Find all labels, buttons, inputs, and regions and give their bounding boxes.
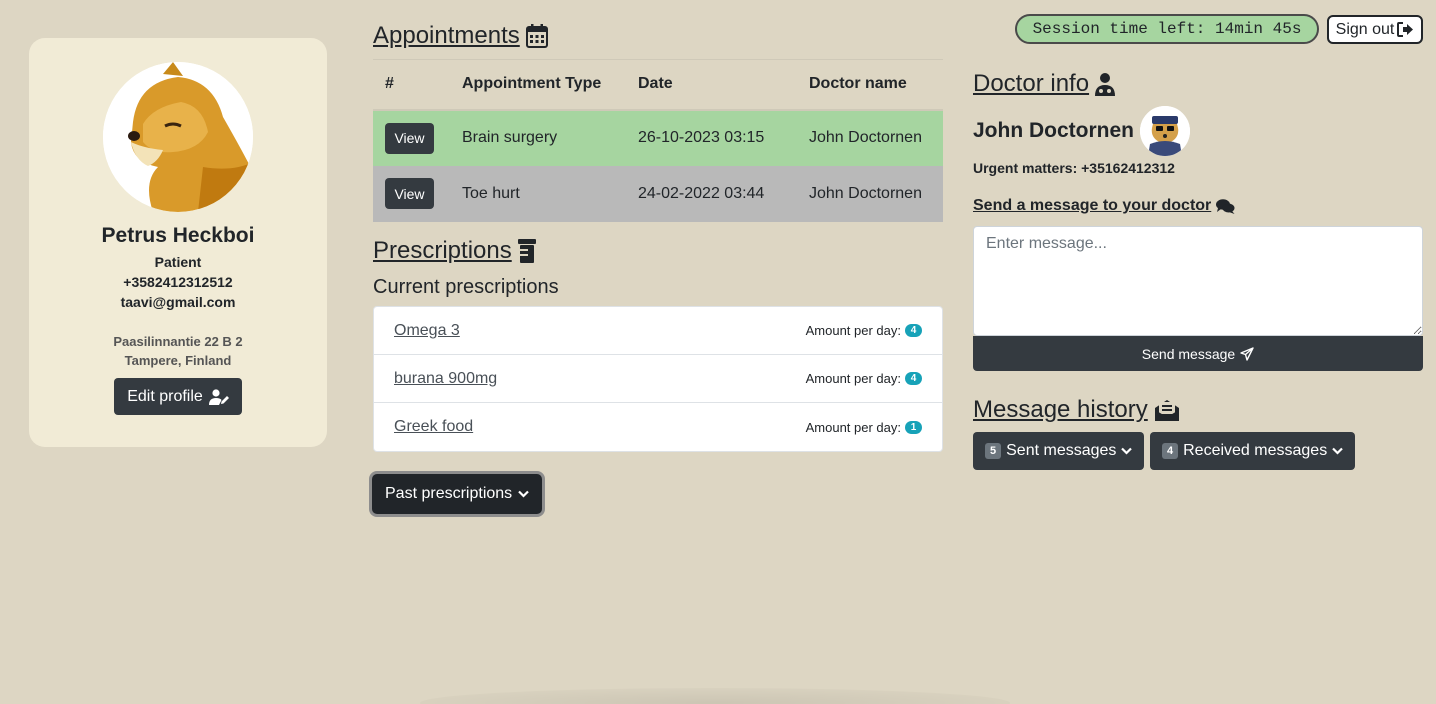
appointment-doctor: John Doctornen	[809, 129, 922, 146]
footer-shadow	[420, 688, 1010, 704]
col-header-type: Appointment Type	[450, 59, 626, 111]
appointment-doctor: John Doctornen	[809, 184, 922, 202]
patient-email: taavi@gmail.com	[120, 294, 236, 310]
send-message-title: Send a message to your doctor	[973, 197, 1212, 214]
appointment-type: Toe hurt	[462, 184, 520, 202]
chevron-down-icon	[518, 490, 529, 498]
past-prescriptions-label: Past prescriptions	[385, 485, 513, 502]
sent-messages-button[interactable]: 5 Sent messages	[973, 432, 1145, 470]
doctor-info-heading[interactable]: Doctor info	[973, 70, 1116, 98]
paper-plane-icon	[1240, 346, 1254, 361]
col-header-doctor: Doctor name	[797, 59, 943, 111]
table-row: View Toe hurt 24-02-2022 03:44 John Doct…	[373, 165, 943, 222]
received-messages-label: Received messages	[1183, 442, 1328, 459]
sign-out-label: Sign out	[1335, 20, 1395, 38]
appointments-table: # Appointment Type Date Doctor name View…	[373, 59, 943, 222]
list-item: Omega 3 Amount per day: 4	[374, 307, 942, 355]
sign-out-icon	[1397, 22, 1414, 37]
prescription-amount: Amount per day: 4	[806, 371, 922, 386]
prescription-link[interactable]: Greek food	[394, 418, 473, 436]
prescription-link[interactable]: burana 900mg	[394, 370, 497, 388]
list-item: burana 900mg Amount per day: 4	[374, 355, 942, 403]
profile-card: Petrus Heckboi Patient +3582412312512 ta…	[29, 38, 327, 447]
prescription-bottle-icon	[517, 239, 536, 263]
amount-badge: 4	[905, 372, 922, 385]
appointments-heading[interactable]: Appointments	[373, 22, 548, 50]
patient-name: Petrus Heckboi	[101, 224, 255, 247]
appointment-date: 26-10-2023 03:15	[638, 129, 765, 146]
amount-label: Amount per day:	[805, 419, 901, 435]
urgent-contact: Urgent matters: +35162412312	[973, 160, 1175, 176]
prescriptions-title: Prescriptions	[373, 237, 512, 264]
session-timer: Session time left: 14min 45s	[1015, 14, 1319, 44]
col-header-date: Date	[626, 59, 797, 111]
user-edit-icon	[208, 388, 229, 405]
send-message-button[interactable]: Send message	[973, 336, 1423, 371]
received-messages-button[interactable]: 4 Received messages	[1150, 432, 1356, 470]
past-prescriptions-button[interactable]: Past prescriptions	[372, 474, 543, 514]
prescriptions-list: Omega 3 Amount per day: 4 burana 900mg A…	[373, 306, 943, 452]
message-input[interactable]	[973, 226, 1423, 336]
prescription-amount: Amount per day: 4	[806, 323, 922, 338]
view-appointment-button[interactable]: View	[385, 122, 434, 154]
table-row: View Brain surgery 26-10-2023 03:15 John…	[373, 109, 943, 166]
current-prescriptions-heading: Current prescriptions	[373, 276, 559, 298]
shiba-dog-image	[103, 62, 253, 212]
patient-phone: +3582412312512	[123, 274, 233, 290]
appointment-date: 24-02-2022 03:44	[638, 184, 765, 202]
edit-profile-label: Edit profile	[127, 387, 203, 405]
prescriptions-heading[interactable]: Prescriptions	[373, 237, 536, 265]
sent-count-badge: 5	[985, 443, 1002, 459]
send-message-label: Send message	[1141, 345, 1236, 362]
view-appointment-button[interactable]: View	[385, 178, 434, 209]
comments-icon	[1216, 198, 1235, 214]
send-message-heading: Send a message to your doctor	[973, 197, 1235, 215]
amount-label: Amount per day:	[805, 371, 901, 386]
doctor-name-row: John Doctornen	[973, 106, 1190, 156]
message-history-title: Message history	[973, 396, 1148, 423]
prescription-amount: Amount per day: 1	[806, 420, 922, 435]
prescription-link[interactable]: Omega 3	[394, 322, 460, 340]
user-doctor-icon	[1095, 73, 1116, 96]
patient-avatar	[103, 62, 253, 212]
patient-role: Patient	[154, 254, 202, 270]
envelope-open-text-icon	[1154, 400, 1179, 421]
amount-badge: 1	[905, 420, 922, 434]
received-count-badge: 4	[1162, 443, 1179, 459]
patient-address-line2: Tampere, Finland	[124, 353, 232, 368]
doctor-dog-image	[1140, 106, 1190, 156]
sign-out-button[interactable]: Sign out	[1327, 15, 1423, 44]
sent-messages-label: Sent messages	[1006, 442, 1117, 459]
calendar-icon	[525, 24, 548, 48]
appointments-header-row: # Appointment Type Date Doctor name	[373, 59, 943, 111]
doctor-info-title: Doctor info	[973, 70, 1090, 97]
chevron-down-icon	[1121, 447, 1133, 455]
list-item: Greek food Amount per day: 1	[374, 403, 942, 451]
patient-address-line1: Paasilinnantie 22 B 2	[113, 334, 243, 349]
message-history-heading[interactable]: Message history	[973, 396, 1180, 424]
col-header-number: #	[373, 59, 450, 111]
edit-profile-button[interactable]: Edit profile	[114, 378, 242, 415]
appointments-title: Appointments	[373, 22, 520, 49]
doctor-name: John Doctornen	[973, 119, 1134, 142]
amount-label: Amount per day:	[805, 323, 901, 338]
doctor-avatar	[1140, 106, 1190, 156]
chevron-down-icon	[1332, 447, 1343, 455]
amount-badge: 4	[905, 324, 922, 337]
appointment-type: Brain surgery	[462, 129, 558, 146]
